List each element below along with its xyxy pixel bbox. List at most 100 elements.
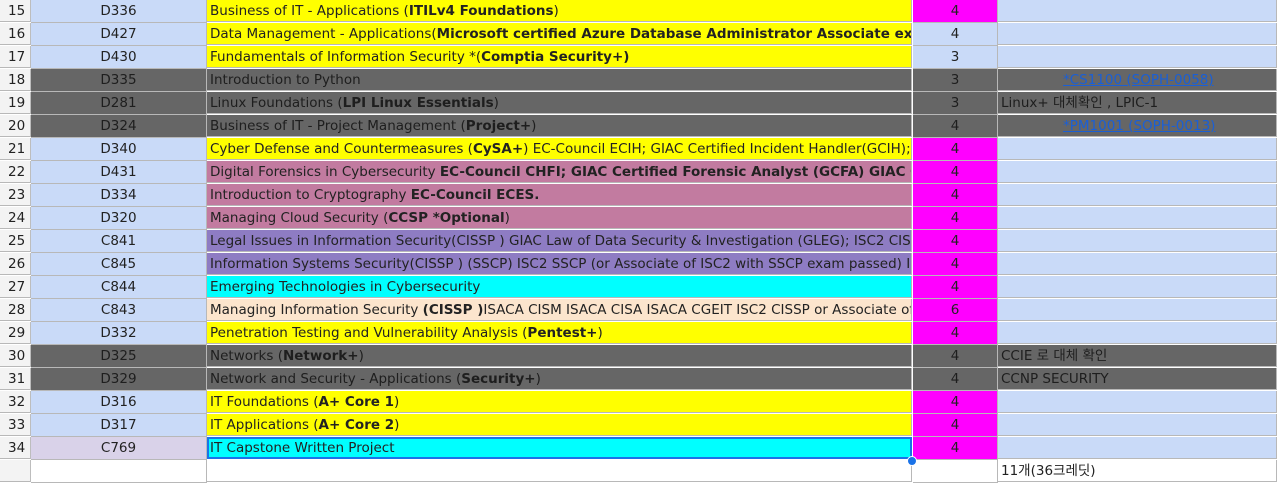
course-code-cell[interactable]: C843 [31,299,207,322]
course-code-cell[interactable]: D317 [31,414,207,437]
note-cell[interactable] [998,276,1277,298]
row-number[interactable]: 29 [0,322,31,344]
course-code-cell[interactable]: D431 [31,161,207,184]
note-cell[interactable] [998,299,1277,321]
note-cell[interactable]: *CS1100 (SOPH-0058) [998,69,1277,91]
note-cell[interactable] [998,391,1277,413]
credit-units-cell[interactable]: 6 [913,299,998,322]
course-code-cell[interactable]: C769 [31,437,207,460]
course-name-cell[interactable]: Cyber Defense and Countermeasures (CySA+… [207,138,912,160]
note-cell[interactable] [998,161,1277,183]
course-code-cell[interactable]: D320 [31,207,207,230]
note-cell[interactable]: CCIE 로 대체 확인 [998,345,1277,367]
row-number[interactable]: 30 [0,345,31,367]
credit-units-cell[interactable]: 4 [913,253,998,276]
credit-units-cell[interactable]: 3 [913,92,998,115]
row-number[interactable]: 34 [0,437,31,459]
course-code-cell[interactable]: D335 [31,69,207,92]
course-name-cell[interactable]: IT Capstone Written Project [207,437,912,459]
course-name-cell[interactable]: Information Systems Security(CISSP ) (SS… [207,253,912,275]
row-number[interactable]: 28 [0,299,31,321]
row-number[interactable]: 20 [0,115,31,137]
course-code-cell[interactable] [31,460,207,483]
note-cell[interactable] [998,0,1277,22]
course-code-cell[interactable]: D340 [31,138,207,161]
spreadsheet-grid[interactable]: 15 D336 Business of IT - Applications (ITI… [0,0,1277,489]
credit-units-cell[interactable]: 4 [913,391,998,414]
note-cell[interactable]: Linux+ 대체확인 , LPIC-1 [998,92,1277,114]
credit-units-cell[interactable]: 4 [913,0,998,23]
credit-units-cell[interactable]: 4 [913,115,998,138]
row-number[interactable]: 26 [0,253,31,275]
row-number[interactable]: 31 [0,368,31,390]
note-cell[interactable] [998,437,1277,459]
row-number[interactable]: 15 [0,0,31,22]
note-cell[interactable] [998,138,1277,160]
credit-units-cell[interactable]: 4 [913,414,998,437]
credit-units-cell[interactable]: 4 [913,345,998,368]
course-name-cell[interactable]: Linux Foundations (LPI Linux Essentials) [207,92,912,114]
course-code-cell[interactable]: D427 [31,23,207,46]
course-name-cell[interactable]: Business of IT - Applications (ITILv4 Fo… [207,0,912,22]
course-name-cell[interactable]: Business of IT - Project Management (Pro… [207,115,912,137]
course-code-cell[interactable]: D324 [31,115,207,138]
transfer-course-link[interactable]: *CS1100 (SOPH-0058) [1063,72,1214,88]
credit-units-cell[interactable]: 3 [913,69,998,92]
note-cell[interactable] [998,414,1277,436]
note-cell[interactable]: CCNP SECURITY [998,368,1277,390]
course-code-cell[interactable]: D281 [31,92,207,115]
selection-fill-handle[interactable] [907,456,917,466]
note-cell[interactable] [998,253,1277,275]
course-name-cell[interactable]: Legal Issues in Information Security(CIS… [207,230,912,252]
row-number[interactable]: 33 [0,414,31,436]
credit-units-cell[interactable]: 4 [913,184,998,207]
course-code-cell[interactable]: D334 [31,184,207,207]
row-number[interactable] [0,460,31,482]
note-cell[interactable] [998,322,1277,344]
note-cell[interactable] [998,23,1277,45]
row-number[interactable]: 18 [0,69,31,91]
credit-units-cell[interactable]: 4 [913,230,998,253]
course-name-cell[interactable] [207,460,912,482]
course-code-cell[interactable]: D316 [31,391,207,414]
row-number[interactable]: 21 [0,138,31,160]
row-number[interactable]: 22 [0,161,31,183]
credit-units-cell[interactable]: 4 [913,207,998,230]
course-name-cell[interactable]: Emerging Technologies in Cybersecurity [207,276,912,298]
row-number[interactable]: 17 [0,46,31,68]
course-name-cell[interactable]: Networks (Network+) [207,345,912,367]
credit-units-cell[interactable]: 4 [913,322,998,345]
course-name-cell[interactable]: Introduction to Cryptography EC-Council … [207,184,912,206]
note-cell[interactable]: *PM1001 (SOPH-0013) [998,115,1277,137]
credit-units-cell[interactable]: 3 [913,46,998,69]
course-code-cell[interactable]: D336 [31,0,207,23]
course-name-cell[interactable]: IT Applications (A+ Core 2) [207,414,912,436]
note-cell[interactable]: 11개(36크레딧) [998,460,1277,482]
credit-units-cell[interactable]: 4 [913,276,998,299]
course-name-cell[interactable]: Managing Information Security (CISSP )IS… [207,299,912,321]
course-code-cell[interactable]: C844 [31,276,207,299]
credit-units-cell[interactable]: 4 [913,138,998,161]
course-name-cell[interactable]: Digital Forensics in Cybersecurity EC-Co… [207,161,912,183]
course-name-cell[interactable]: IT Foundations (A+ Core 1) [207,391,912,413]
note-cell[interactable] [998,184,1277,206]
row-number[interactable]: 25 [0,230,31,252]
row-number[interactable]: 16 [0,23,31,45]
course-code-cell[interactable]: D430 [31,46,207,69]
row-number[interactable]: 27 [0,276,31,298]
course-name-cell[interactable]: Fundamentals of Information Security *(C… [207,46,912,68]
course-name-cell[interactable]: Penetration Testing and Vulnerability An… [207,322,912,344]
row-number[interactable]: 24 [0,207,31,229]
credit-units-cell[interactable]: 4 [913,368,998,391]
row-number[interactable]: 23 [0,184,31,206]
course-name-cell[interactable]: Introduction to Python [207,69,912,91]
note-cell[interactable] [998,46,1277,68]
credit-units-cell[interactable]: 4 [913,161,998,184]
transfer-course-link[interactable]: *PM1001 (SOPH-0013) [1063,118,1215,134]
row-number[interactable]: 19 [0,92,31,114]
credit-units-cell[interactable]: 4 [913,437,998,460]
course-name-cell[interactable]: Managing Cloud Security (CCSP *Optional) [207,207,912,229]
course-code-cell[interactable]: D329 [31,368,207,391]
credit-units-cell[interactable] [913,460,998,483]
course-code-cell[interactable]: C845 [31,253,207,276]
